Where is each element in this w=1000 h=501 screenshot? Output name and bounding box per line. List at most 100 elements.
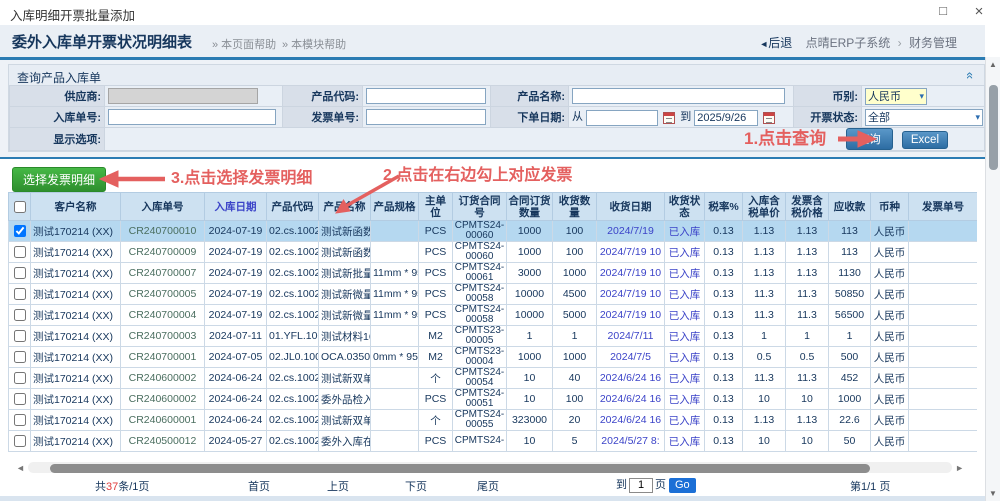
table-row[interactable]: 测试170214 (XX)CR2407000042024-07-1902.cs.… <box>9 305 978 326</box>
page-help-link[interactable]: » 本页面帮助 <box>212 36 276 52</box>
cell-12: 已入库 <box>665 284 705 305</box>
calendar-icon[interactable] <box>663 112 675 124</box>
table-row[interactable]: 测试170214 (XX)CR2407000032024-07-1101.YFL… <box>9 326 978 347</box>
vscroll-thumb[interactable] <box>989 85 998 170</box>
first-page-link[interactable]: 首页 <box>248 481 270 493</box>
scroll-left-icon[interactable]: ◄ <box>16 463 25 473</box>
cell-16: 50 <box>829 431 871 452</box>
cell-18 <box>909 347 978 368</box>
record-count: 共37条/1页 <box>95 478 149 494</box>
table-row[interactable]: 测试170214 (XX)CR2407000102024-07-1902.cs.… <box>9 221 978 242</box>
row-checkbox[interactable] <box>14 246 26 258</box>
cell-2: CR240700007 <box>121 263 205 284</box>
cell-7: PCS <box>419 305 453 326</box>
next-page-link[interactable]: 下页 <box>405 481 427 493</box>
select-all-checkbox[interactable] <box>14 201 26 213</box>
row-checkbox[interactable] <box>14 372 26 384</box>
table-row[interactable]: 测试170214 (XX)CR2406000022024-06-2402.cs.… <box>9 389 978 410</box>
cell-9: 1000 <box>507 221 553 242</box>
table-header-row: 客户名称入库单号入库日期产品代码产品名称产品规格主单位订货合同号合同订货数量收货… <box>9 193 978 221</box>
row-checkbox[interactable] <box>14 267 26 279</box>
cell-11: 2024/6/24 16 <box>597 368 665 389</box>
hscroll-thumb[interactable] <box>50 464 870 473</box>
cell-5: 测试新微量领 <box>319 284 371 305</box>
cell-11: 2024/5/27 8: <box>597 431 665 452</box>
table-row[interactable]: 测试170214 (XX)CR2407000092024-07-1902.cs.… <box>9 242 978 263</box>
cell-6 <box>371 410 419 431</box>
breadcrumb-separator: › <box>898 36 902 50</box>
table-row[interactable]: 测试170214 (XX)CR2406000012024-06-2402.cs.… <box>9 410 978 431</box>
supplier-input[interactable] <box>108 88 258 104</box>
row-checkbox[interactable] <box>14 309 26 321</box>
goto-prefix: 到 <box>616 479 627 491</box>
row-checkbox[interactable] <box>14 330 26 342</box>
close-icon[interactable]: × <box>970 3 988 20</box>
cell-14: 11.3 <box>743 368 786 389</box>
column-header-9: 合同订货数量 <box>507 193 553 221</box>
table-row[interactable]: 测试170214 (XX)CR2405000122024-05-2702.cs.… <box>9 431 978 452</box>
row-checkbox[interactable] <box>14 351 26 363</box>
invoice-status-select[interactable]: 全部▾ <box>865 109 983 126</box>
calendar-icon[interactable] <box>763 112 775 124</box>
breadcrumb-module[interactable]: 财务管理 <box>909 36 957 50</box>
cell-18 <box>909 389 978 410</box>
cell-1: 测试170214 (XX) <box>31 263 121 284</box>
cell-1: 测试170214 (XX) <box>31 431 121 452</box>
vertical-scrollbar[interactable]: ▲ ▼ <box>985 57 1000 501</box>
row-checkbox[interactable] <box>14 414 26 426</box>
page-number-input[interactable] <box>629 478 653 493</box>
prev-page-link[interactable]: 上页 <box>327 481 349 493</box>
collapse-panel-icon[interactable]: « <box>963 72 978 79</box>
invoice-no-input[interactable] <box>366 109 486 125</box>
row-checkbox[interactable] <box>14 288 26 300</box>
cell-2: CR240700001 <box>121 347 205 368</box>
column-header-3[interactable]: 入库日期 <box>205 193 267 221</box>
date-from-input[interactable] <box>586 110 658 126</box>
cell-11: 2024/6/24 16 <box>597 410 665 431</box>
table-row[interactable]: 测试170214 (XX)CR2407000052024-07-1902.cs.… <box>9 284 978 305</box>
column-header-7: 主单位 <box>419 193 453 221</box>
cell-13: 0.13 <box>705 410 743 431</box>
scroll-right-icon[interactable]: ► <box>955 463 964 473</box>
cell-6 <box>371 221 419 242</box>
cell-1: 测试170214 (XX) <box>31 347 121 368</box>
cell-5: OCA.0350-0C <box>319 347 371 368</box>
back-link[interactable]: ◄后退 <box>759 36 792 50</box>
row-checkbox[interactable] <box>14 225 26 237</box>
select-invoice-detail-button[interactable]: 选择发票明细 <box>12 167 106 192</box>
table-row[interactable]: 测试170214 (XX)CR2407000072024-07-1902.cs.… <box>9 263 978 284</box>
inbound-no-input[interactable] <box>108 109 276 125</box>
row-checkbox[interactable] <box>14 435 26 447</box>
cell-4: 02.cs.100241 <box>267 242 319 263</box>
currency-select[interactable]: 人民币▾ <box>865 88 927 105</box>
scroll-up-icon[interactable]: ▲ <box>989 60 997 69</box>
cell-2: CR240600002 <box>121 389 205 410</box>
chevron-down-icon: ▾ <box>975 112 980 123</box>
breadcrumb-system[interactable]: 点晴ERP子系统 <box>806 36 891 50</box>
last-page-link[interactable]: 尾页 <box>477 481 499 493</box>
product-name-input[interactable] <box>572 88 785 104</box>
product-code-input[interactable] <box>366 88 486 104</box>
window-title: 入库明细开票批量添加 <box>10 5 135 24</box>
cell-15: 11.3 <box>786 305 829 326</box>
module-help-link[interactable]: » 本模块帮助 <box>282 36 346 52</box>
maximize-icon[interactable]: □ <box>934 3 952 18</box>
header-divider <box>0 57 985 60</box>
excel-button[interactable]: Excel <box>902 131 948 149</box>
record-count-number: 37 <box>106 481 118 493</box>
cell-8: CPMTS24-00060 <box>453 242 507 263</box>
cell-9: 1 <box>507 326 553 347</box>
scroll-down-icon[interactable]: ▼ <box>989 489 997 498</box>
column-header-6: 产品规格 <box>371 193 419 221</box>
cell-8: CPMTS24-00060 <box>453 221 507 242</box>
row-checkbox[interactable] <box>14 393 26 405</box>
go-button[interactable]: Go <box>669 478 696 493</box>
page-header: 委外入库单开票状况明细表 » 本页面帮助 » 本模块帮助 ◄后退 点晴ERP子系… <box>0 25 985 57</box>
hscroll-track[interactable] <box>28 462 952 473</box>
cell-4: 02.cs.100244 <box>267 368 319 389</box>
table-row[interactable]: 测试170214 (XX)CR2406000022024-06-2402.cs.… <box>9 368 978 389</box>
goto-suffix: 页 <box>655 479 666 491</box>
table-row[interactable]: 测试170214 (XX)CR2407000012024-07-0502.JL0… <box>9 347 978 368</box>
cell-9: 1000 <box>507 242 553 263</box>
search-button[interactable]: 查询 <box>846 128 893 150</box>
